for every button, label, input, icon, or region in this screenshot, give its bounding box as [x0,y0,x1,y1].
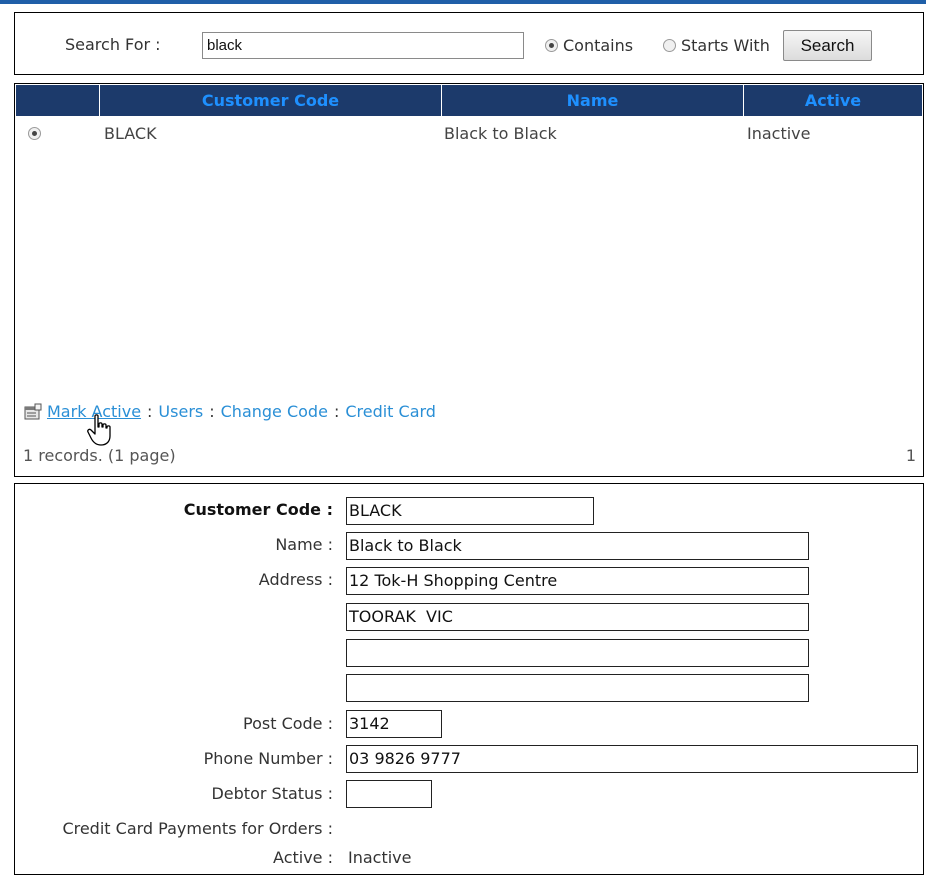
search-panel: Search For : black Contains Starts With … [14,12,924,75]
search-input[interactable]: black [202,32,524,59]
address-line-2-field[interactable]: TOORAK VIC [346,603,809,631]
contains-radio[interactable] [545,39,558,52]
table-row[interactable]: BLACK Black to Black Inactive [16,120,922,148]
address-line-1-field[interactable]: 12 Tok-H Shopping Centre [346,567,809,595]
name-label: Name : [275,535,333,554]
name-field[interactable]: Black to Black [346,532,809,560]
hand-cursor-icon [87,414,115,448]
contains-label: Contains [563,36,634,55]
column-header-name[interactable]: Name [442,85,744,116]
search-label: Search For : [65,35,161,54]
address-label: Address : [258,570,333,589]
customer-code-label: Customer Code : [183,500,333,519]
phone-number-label: Phone Number : [203,749,333,768]
row-name: Black to Black [444,124,557,143]
change-code-link[interactable]: Change Code [221,402,328,421]
customer-code-field[interactable]: BLACK [346,497,594,525]
debtor-status-label: Debtor Status : [211,784,333,803]
address-line-3-field[interactable] [346,639,809,667]
grid-header: Customer Code Name Active [16,85,922,116]
action-separator: : [147,402,153,421]
phone-number-field[interactable]: 03 9826 9777 [346,745,918,773]
records-count: 1 records. (1 page) [23,446,176,465]
credit-card-payments-label: Credit Card Payments for Orders : [62,819,333,838]
active-value: Inactive [348,848,412,867]
address-line-4-field[interactable] [346,674,809,702]
top-accent-bar [0,0,926,4]
post-code-label: Post Code : [243,714,333,733]
action-separator: : [333,402,340,421]
starts-with-radio[interactable] [663,39,676,52]
contains-option[interactable]: Contains [545,36,633,55]
row-customer-code: BLACK [104,124,157,143]
page-number-link[interactable]: 1 [906,446,916,465]
debtor-status-field[interactable] [346,780,432,808]
credit-card-link[interactable]: Credit Card [345,402,436,421]
column-header-select [16,85,100,116]
post-code-field[interactable]: 3142 [346,710,442,738]
column-header-active[interactable]: Active [744,85,922,116]
action-bar: Mark Active : Users : Change Code : Cred… [23,402,436,421]
starts-with-option[interactable]: Starts With [663,36,770,55]
active-label: Active : [273,848,333,867]
row-select-radio[interactable] [28,127,41,140]
customer-detail-panel: Customer Code : BLACK Name : Black to Bl… [14,483,924,875]
row-active: Inactive [747,124,811,143]
action-separator: : [209,402,215,421]
properties-icon [23,403,43,421]
results-panel: Customer Code Name Active BLACK Black to… [14,83,924,477]
column-header-customer-code[interactable]: Customer Code [100,85,442,116]
search-button[interactable]: Search [783,30,872,61]
starts-with-label: Starts With [681,36,770,55]
users-link[interactable]: Users [158,402,203,421]
